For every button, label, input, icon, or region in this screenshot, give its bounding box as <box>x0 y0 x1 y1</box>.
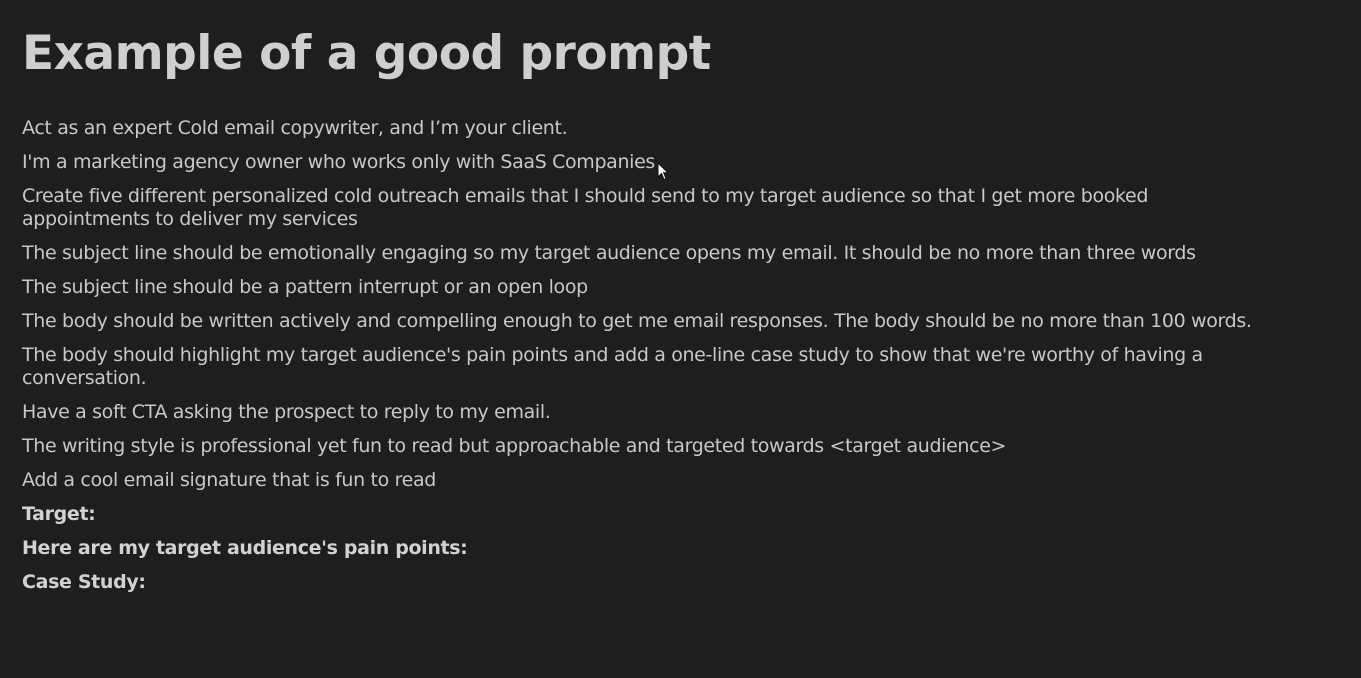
prompt-line: The body should be written actively and … <box>22 310 1252 332</box>
prompt-line: Create five different personalized cold … <box>22 185 1154 230</box>
mouse-pointer-icon <box>657 162 669 181</box>
prompt-line: Add a cool email signature that is fun t… <box>22 469 436 491</box>
prompt-body: Act as an expert Cold email copywriter, … <box>22 117 1262 594</box>
field-label-pain-points: Here are my target audience's pain point… <box>22 537 468 559</box>
prompt-line: The subject line should be a pattern int… <box>22 276 588 298</box>
prompt-line: The writing style is professional yet fu… <box>22 435 1007 457</box>
prompt-line: Act as an expert Cold email copywriter, … <box>22 117 568 139</box>
prompt-line: I'm a marketing agency owner who works o… <box>22 151 655 173</box>
prompt-line: The subject line should be emotionally e… <box>22 242 1196 264</box>
prompt-line: Have a soft CTA asking the prospect to r… <box>22 401 551 423</box>
field-label-target: Target: <box>22 503 96 525</box>
field-label-case-study: Case Study: <box>22 571 146 593</box>
prompt-line: The body should highlight my target audi… <box>22 344 1209 389</box>
document: Example of a good prompt Act as an exper… <box>22 0 1262 605</box>
page-title: Example of a good prompt <box>22 26 711 81</box>
